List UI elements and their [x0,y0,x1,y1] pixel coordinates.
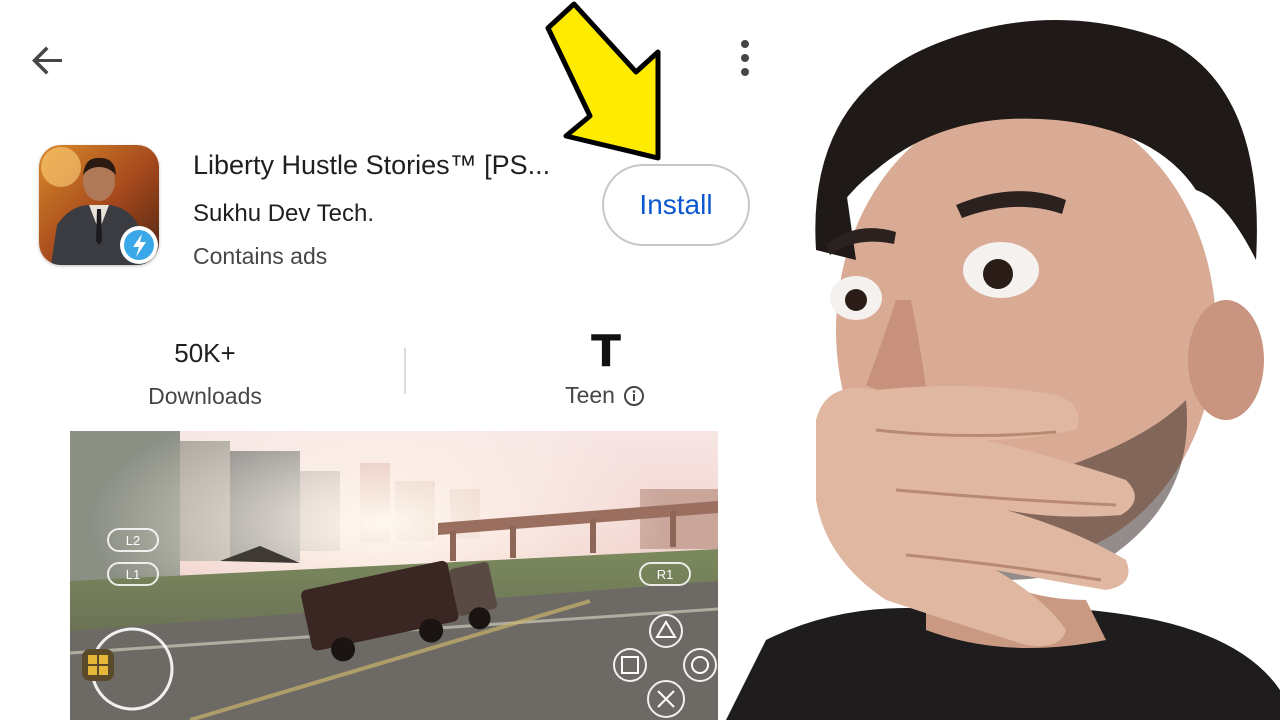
stats-divider [404,348,406,394]
l1-label: L1 [126,567,140,582]
back-button[interactable] [26,38,70,82]
r1-label: R1 [657,567,674,582]
joystick-menu-icon[interactable] [82,649,114,681]
downloads-value: 50K+ [174,338,236,368]
back-arrow-icon [32,46,62,75]
app-icon [39,145,159,265]
rating-label-row: Teen [530,382,680,409]
info-icon[interactable] [623,385,645,407]
yellow-arrow-icon [545,1,661,161]
rating-label: Teen [565,382,615,408]
l2-label: L2 [126,533,140,548]
reaction-person-image [726,0,1280,720]
downloads-label: Downloads [148,383,262,409]
contains-ads-label: Contains ads [193,243,328,269]
rating-stat[interactable]: T Teen [530,330,680,409]
rating-badge: T [590,326,621,377]
app-title: Liberty Hustle Stories™ [PS... [193,150,551,180]
developer-link[interactable]: Sukhu Dev Tech. [193,200,374,228]
downloads-stat: 50K+ Downloads [115,338,295,410]
install-button-label: Install [639,189,713,220]
app-screenshot[interactable]: L2 L1 R1 [70,431,718,720]
